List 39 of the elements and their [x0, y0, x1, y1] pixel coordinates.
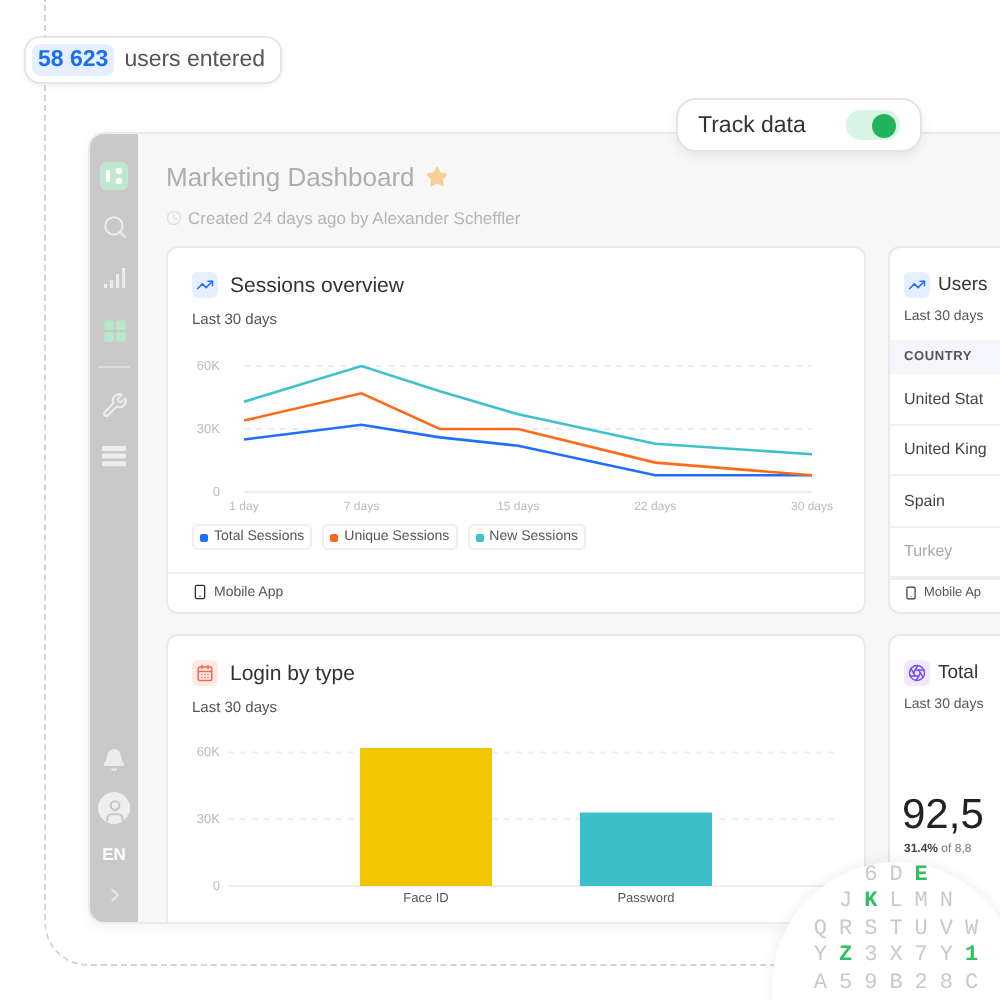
country-cell: United Stat [890, 374, 1000, 425]
bar-chart-icon [102, 266, 126, 290]
trend-icon [192, 272, 218, 298]
country-cell: Turkey [890, 527, 1000, 578]
total-value: 92,5 [900, 790, 986, 840]
card-title: Users [938, 274, 988, 296]
card-title: Sessions overview [230, 273, 404, 297]
nav-item[interactable] [98, 314, 130, 346]
country-cell: United King [890, 425, 1000, 476]
card-title: Login by type [230, 661, 355, 685]
nav-item[interactable] [98, 210, 130, 242]
search-icon [101, 213, 127, 239]
nav-item[interactable] [98, 262, 130, 294]
users-entered-label: users entered [124, 48, 266, 72]
dashboard-title: Marketing Dashboard [166, 162, 415, 192]
list-icon [102, 444, 126, 468]
toggle-switch[interactable] [846, 110, 900, 140]
grid-icon [101, 317, 127, 343]
wrench-icon [101, 391, 127, 417]
aperture-icon [904, 660, 930, 686]
phone-icon [904, 586, 918, 600]
star-icon[interactable] [426, 166, 449, 188]
country-cell: Spain [890, 476, 1000, 527]
grid-letter: E [912, 864, 930, 891]
logo-icon [100, 162, 128, 190]
created-info: Created 24 days ago by Alexander Scheffler [188, 208, 521, 228]
nav-item[interactable] [98, 440, 130, 472]
user-count: 58 623 [32, 44, 115, 76]
nav-item[interactable] [98, 388, 130, 420]
grid-letter: 1 [962, 944, 981, 972]
track-data-label: Track data [698, 113, 806, 137]
grid-letter: Z [837, 944, 855, 972]
avatar[interactable] [98, 792, 130, 824]
bell-icon[interactable] [102, 748, 126, 772]
card-title: Total [938, 662, 979, 684]
phone-icon [192, 584, 208, 600]
trend-icon [904, 272, 930, 298]
grid-letter: K [862, 890, 880, 918]
calendar-icon [192, 660, 218, 686]
